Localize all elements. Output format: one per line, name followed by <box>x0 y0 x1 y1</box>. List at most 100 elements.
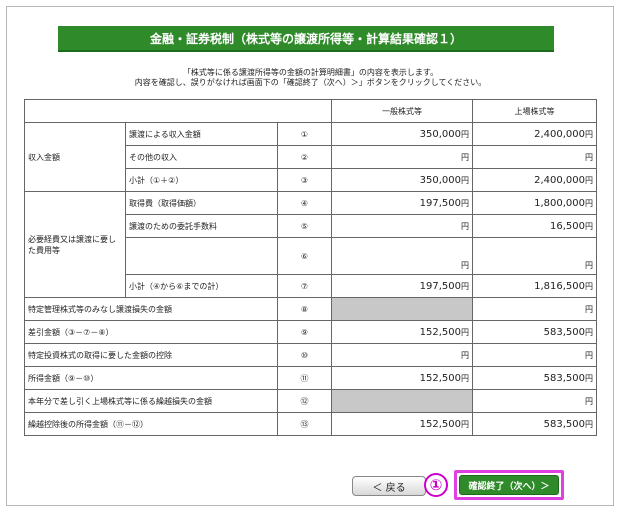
unit-label: 円 <box>461 373 470 383</box>
listed-value-cell: 583,500円 <box>472 366 598 390</box>
listed-value-cell: 円 <box>472 297 598 321</box>
unit-label: 円 <box>585 419 594 429</box>
general-value: 350,000 <box>419 128 462 140</box>
general-value-cell: 円 <box>331 145 474 169</box>
row-label: 差引金額（③－⑦－⑧） <box>24 320 278 344</box>
general-value: 152,500 <box>419 326 462 338</box>
description-line-1: 「株式等に係る譲渡所得等の金額の計算明細書」の内容を表示します。 <box>182 68 439 77</box>
row-label: 小計（④から⑥までの計） <box>125 274 278 298</box>
listed-value: 583,500 <box>543 326 586 338</box>
unit-label: 円 <box>585 221 594 231</box>
column-header-listed: 上場株式等 <box>472 99 598 123</box>
listed-value-cell: 円 <box>472 389 598 413</box>
general-value: 152,500 <box>419 418 462 430</box>
unit-label: 円 <box>585 327 594 337</box>
listed-value: 2,400,000 <box>534 174 586 186</box>
row-number: ② <box>276 145 333 169</box>
row-number: ③ <box>276 168 333 192</box>
listed-value-cell: 1,816,500円 <box>472 274 598 298</box>
row-label: 繰越控除後の所得金額（⑪－⑫） <box>24 412 278 436</box>
row-number: ⑥ <box>276 237 333 275</box>
unit-label: 円 <box>585 129 594 139</box>
general-value: 152,500 <box>419 372 462 384</box>
unit-label: 円 <box>585 350 594 360</box>
unit-label: 円 <box>585 304 594 314</box>
row-number: ⑪ <box>276 366 333 390</box>
listed-value: 583,500 <box>543 418 586 430</box>
unit-label: 円 <box>461 419 470 429</box>
row-number: ① <box>276 122 333 146</box>
header-blank <box>23 99 333 123</box>
row-number: ⑧ <box>276 297 333 321</box>
general-value: 197,500 <box>419 197 462 209</box>
group-label-expenses: 必要経費又は譲渡に要した費用等 <box>24 191 126 298</box>
row-number: ⑬ <box>276 412 333 436</box>
row-label: 譲渡のための委託手数料 <box>125 214 278 238</box>
table-row: 必要経費又は譲渡に要した費用等 取得費（取得価額） ④ 197,500円 1,8… <box>24 191 598 298</box>
disabled-cell <box>331 297 474 321</box>
row-label: その他の収入 <box>125 145 278 169</box>
listed-value-cell: 2,400,000円 <box>472 168 598 192</box>
general-value-cell: 円 <box>331 214 474 238</box>
general-value-cell: 円 <box>331 343 474 367</box>
row-number: ④ <box>276 191 333 215</box>
listed-value: 583,500 <box>543 372 586 384</box>
unit-label: 円 <box>461 221 470 231</box>
page-title: 金融・証券税制（株式等の譲渡所得等・計算結果確認１） <box>58 26 554 52</box>
calculation-table: 一般株式等 上場株式等 収入金額 譲渡による収入金額 ① 350,000円 2,… <box>23 99 598 436</box>
unit-label: 円 <box>585 373 594 383</box>
table-row: 特定投資株式の取得に要した金額の控除 ⑩ 円 円 <box>24 343 598 367</box>
row-label: 所得金額（⑨－⑩） <box>24 366 278 390</box>
confirm-next-button[interactable]: 確認終了（次へ）＞ <box>459 475 559 495</box>
table-row: 繰越控除後の所得金額（⑪－⑫） ⑬ 152,500円 583,500円 <box>24 412 598 436</box>
unit-label: 円 <box>585 198 594 208</box>
general-value: 350,000 <box>419 174 462 186</box>
listed-value-cell: 16,500円 <box>472 214 598 238</box>
general-value-cell: 197,500円 <box>331 274 474 298</box>
description-line-2: 内容を確認し、誤りがなければ画面下の「確認終了（次へ）＞」ボタンをクリックしてく… <box>134 78 487 87</box>
unit-label: 円 <box>461 152 470 162</box>
listed-value-cell: 円 <box>472 237 598 275</box>
row-label: 特定管理株式等のみなし譲渡損失の金額 <box>24 297 278 321</box>
row-label: 小計（①＋②） <box>125 168 278 192</box>
row-label: 譲渡による収入金額 <box>125 122 278 146</box>
unit-label: 円 <box>585 396 594 406</box>
general-value-cell: 152,500円 <box>331 366 474 390</box>
disabled-cell <box>331 389 474 413</box>
row-label: 取得費（取得価額） <box>125 191 278 215</box>
listed-value: 1,816,500 <box>534 280 586 292</box>
table-row: 特定管理株式等のみなし譲渡損失の金額 ⑧ 円 <box>24 297 598 321</box>
table-header-row: 一般株式等 上場株式等 <box>23 99 598 123</box>
unit-label: 円 <box>585 175 594 185</box>
listed-value-cell: 583,500円 <box>472 412 598 436</box>
general-value-cell: 円 <box>331 237 474 275</box>
listed-value-cell: 1,800,000円 <box>472 191 598 215</box>
back-button[interactable]: ＜ 戻る <box>352 476 426 496</box>
unit-label: 円 <box>461 350 470 360</box>
unit-label: 円 <box>461 175 470 185</box>
general-value-cell: 350,000円 <box>331 168 474 192</box>
listed-value-cell: 2,400,000円 <box>472 122 598 146</box>
row-label: 本年分で差し引く上場株式等に係る繰越損失の金額 <box>24 389 278 413</box>
general-value-cell: 152,500円 <box>331 320 474 344</box>
row-number: ⑩ <box>276 343 333 367</box>
unit-label: 円 <box>585 281 594 291</box>
unit-label: 円 <box>461 327 470 337</box>
row-number: ⑫ <box>276 389 333 413</box>
general-value-cell: 152,500円 <box>331 412 474 436</box>
table-row: 収入金額 譲渡による収入金額 ① 350,000円 2,400,000円 <box>24 122 598 192</box>
step-number-badge: ① <box>424 473 448 497</box>
unit-label: 円 <box>461 281 470 291</box>
unit-label: 円 <box>461 261 470 270</box>
general-value: 197,500 <box>419 280 462 292</box>
unit-label: 円 <box>585 152 594 162</box>
listed-value-cell: 円 <box>472 145 598 169</box>
general-value-cell: 197,500円 <box>331 191 474 215</box>
column-header-general: 一般株式等 <box>331 99 474 123</box>
group-label-income: 収入金額 <box>24 122 126 192</box>
listed-value: 16,500 <box>550 220 586 232</box>
row-number: ⑦ <box>276 274 333 298</box>
row-number: ⑨ <box>276 320 333 344</box>
listed-value-cell: 583,500円 <box>472 320 598 344</box>
table-row: 本年分で差し引く上場株式等に係る繰越損失の金額 ⑫ 円 <box>24 389 598 413</box>
